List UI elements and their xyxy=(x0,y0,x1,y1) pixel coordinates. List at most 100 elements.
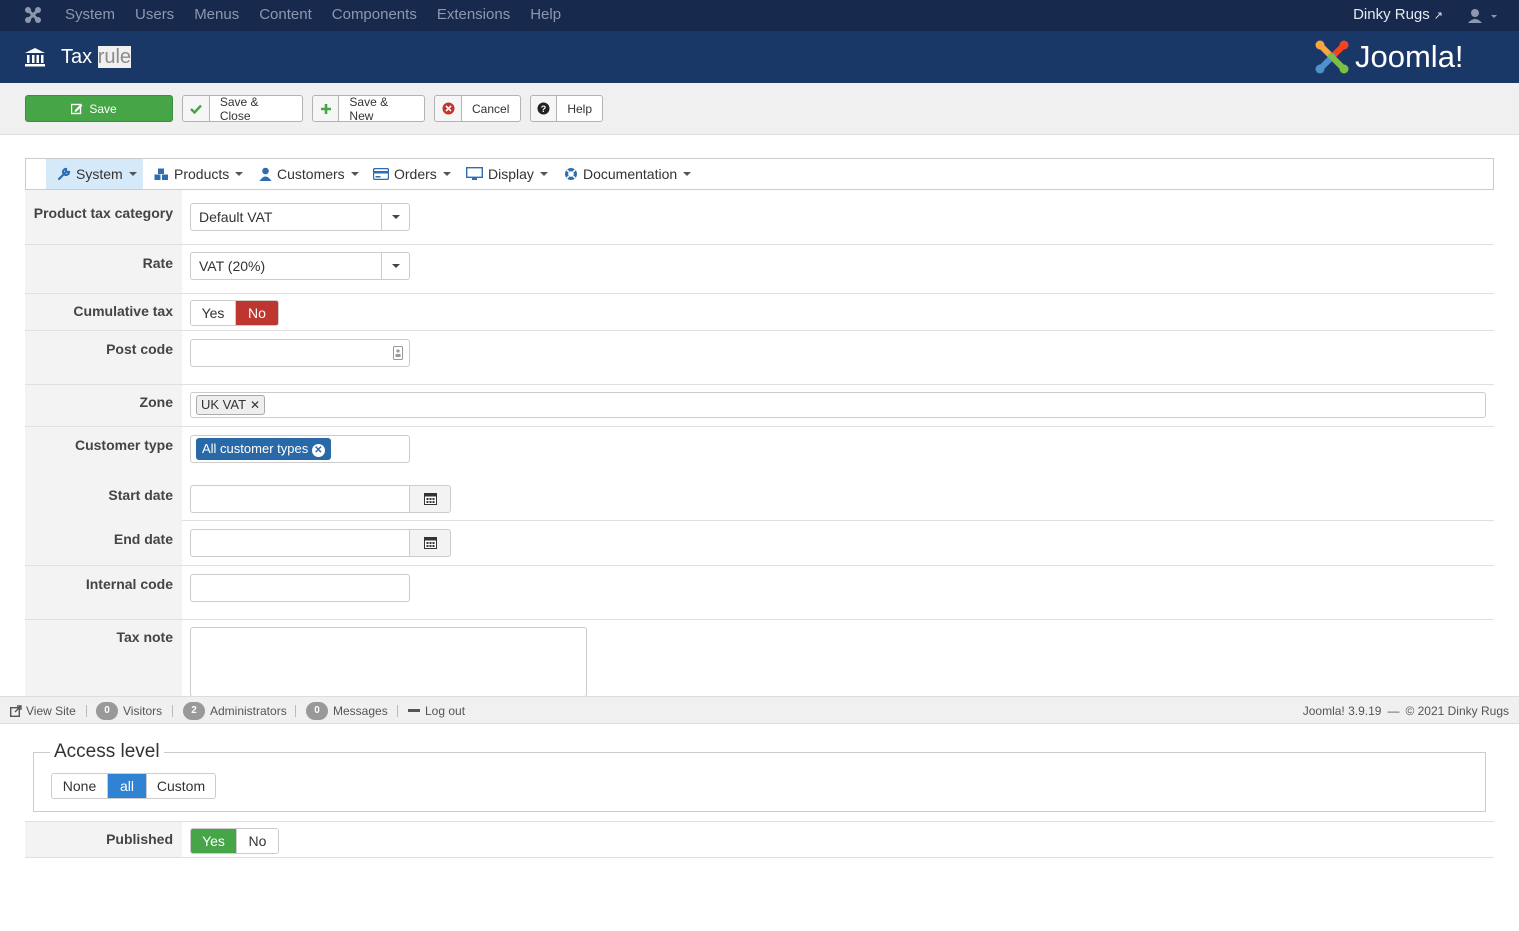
view-site-link[interactable]: View Site xyxy=(10,697,76,724)
start-date-calendar-button[interactable] xyxy=(409,485,451,513)
zone-multiselect[interactable]: UK VAT ✕ xyxy=(190,392,1486,418)
start-date-input[interactable] xyxy=(190,485,410,513)
end-date-calendar-button[interactable] xyxy=(409,529,451,557)
credit-card-icon xyxy=(373,168,389,180)
page-title: Tax rule xyxy=(61,44,132,70)
save-close-button[interactable]: Save & Close xyxy=(182,94,303,123)
published-no[interactable]: No xyxy=(237,829,278,853)
submenu-orders-label: Orders xyxy=(394,166,437,182)
row-customer-type: Customer type All customer types ✕ Start… xyxy=(25,427,1494,521)
published-toggle: Yes No xyxy=(190,828,279,854)
messages-status[interactable]: 0 Messages xyxy=(306,697,388,724)
cumulative-tax-label: Cumulative tax xyxy=(73,303,173,319)
visitors-label: Visitors xyxy=(123,703,163,718)
save-new-button[interactable]: Save & New xyxy=(312,95,425,123)
site-link[interactable]: Dinky Rugs ↗ xyxy=(1353,0,1443,31)
logout-label: Log out xyxy=(425,703,466,718)
product-tax-category-label: Product tax category xyxy=(33,205,173,221)
site-name: Dinky Rugs xyxy=(1353,6,1430,23)
cancel-button[interactable]: Cancel xyxy=(434,95,521,122)
menu-content[interactable]: Content xyxy=(249,0,322,31)
status-bar: View Site 0 Visitors 2 Administrators 0 … xyxy=(0,696,1519,724)
zone-tag: UK VAT ✕ xyxy=(196,395,266,415)
submenu-system[interactable]: System xyxy=(46,159,143,189)
row-tax-note: Tax note xyxy=(25,620,1494,697)
submenu-customers[interactable]: Customers xyxy=(259,159,359,189)
post-code-input[interactable] xyxy=(190,339,410,367)
check-icon xyxy=(183,96,210,121)
internal-code-input[interactable] xyxy=(190,574,410,602)
post-code-label: Post code xyxy=(106,341,173,357)
product-tax-category-select[interactable]: Default VAT xyxy=(190,203,410,231)
help-label: Help xyxy=(567,101,592,116)
row-published: Published Yes No xyxy=(25,821,1494,858)
menu-menus[interactable]: Menus xyxy=(184,0,249,31)
joomla-menu-icon[interactable] xyxy=(24,6,42,24)
access-level-custom[interactable]: Custom xyxy=(147,774,215,798)
zone-label: Zone xyxy=(139,394,173,410)
messages-badge: 0 xyxy=(306,701,328,720)
cancel-icon xyxy=(435,96,462,121)
rate-select[interactable]: VAT (20%) xyxy=(190,252,410,280)
access-level-all[interactable]: all xyxy=(108,774,147,798)
visitors-status: 0 Visitors xyxy=(96,697,162,724)
minus-icon xyxy=(408,709,420,712)
row-zone: Zone UK VAT ✕ xyxy=(25,385,1494,427)
end-date-input[interactable] xyxy=(190,529,410,557)
menu-components[interactable]: Components xyxy=(322,0,427,31)
help-icon: ? xyxy=(531,96,558,121)
page-title-main: Tax xyxy=(61,46,93,68)
help-button[interactable]: ? Help xyxy=(530,95,603,122)
access-level-fieldset xyxy=(33,752,1486,812)
cumulative-tax-toggle: Yes No xyxy=(190,300,279,326)
joomla-logo: Joomla! xyxy=(1313,38,1493,76)
copyright-label: © 2021 Dinky Rugs xyxy=(1405,703,1509,718)
menu-system[interactable]: System xyxy=(55,0,125,31)
lifebuoy-icon xyxy=(565,168,577,180)
administrators-label: Administrators xyxy=(210,703,287,718)
access-level-legend: Access level xyxy=(50,741,164,763)
menu-users[interactable]: Users xyxy=(125,0,184,31)
monitor-icon xyxy=(466,167,483,180)
close-icon[interactable]: ✕ xyxy=(250,398,260,412)
row-rate: Rate VAT (20%) xyxy=(25,245,1494,294)
customer-type-tag: All customer types ✕ xyxy=(196,438,331,460)
version-label: Joomla! 3.9.19 xyxy=(1302,703,1382,718)
calendar-icon xyxy=(423,493,437,505)
svg-text:?: ? xyxy=(541,104,547,114)
row-cumulative-tax: Cumulative tax Yes No xyxy=(25,294,1494,331)
published-yes[interactable]: Yes xyxy=(191,829,237,853)
menu-help[interactable]: Help xyxy=(520,0,571,31)
logout-link[interactable]: Log out xyxy=(408,697,465,724)
save-button[interactable]: Save xyxy=(25,95,173,122)
save-label: Save xyxy=(89,101,117,116)
cumulative-tax-no[interactable]: No xyxy=(236,301,278,325)
row-post-code: Post code xyxy=(25,331,1494,385)
submenu-documentation-label: Documentation xyxy=(583,166,678,182)
save-close-label: Save & Close xyxy=(219,94,259,123)
rate-value: VAT (20%) xyxy=(199,258,266,274)
zone-tag-label: UK VAT xyxy=(201,397,247,412)
cumulative-tax-yes[interactable]: Yes xyxy=(191,301,236,325)
customer-type-multiselect[interactable]: All customer types ✕ xyxy=(190,435,410,463)
submenu-documentation[interactable]: Documentation xyxy=(564,159,692,189)
tax-note-textarea[interactable] xyxy=(190,627,587,697)
start-date-label: Start date xyxy=(108,487,173,503)
submenu-display[interactable]: Display xyxy=(466,159,548,189)
contact-card-icon xyxy=(393,346,403,360)
customer-type-label: Customer type xyxy=(74,437,173,453)
row-product-tax-category: Product tax category Default VAT xyxy=(25,190,1494,245)
rate-label: Rate xyxy=(142,255,173,271)
submenu-products[interactable]: Products xyxy=(154,159,244,189)
submenu-display-label: Display xyxy=(488,166,534,182)
external-link-icon xyxy=(10,704,22,717)
version-separator: — xyxy=(1387,703,1400,718)
end-date-label: End date xyxy=(113,531,173,547)
component-submenu: System Products Customers Orders Display… xyxy=(25,158,1494,190)
menu-extensions[interactable]: Extensions xyxy=(427,0,520,31)
submenu-orders[interactable]: Orders xyxy=(373,159,451,189)
product-tax-category-value: Default VAT xyxy=(199,209,273,225)
user-menu-icon[interactable] xyxy=(1467,8,1499,24)
close-circle-icon[interactable]: ✕ xyxy=(311,444,325,457)
access-level-none[interactable]: None xyxy=(52,774,108,798)
